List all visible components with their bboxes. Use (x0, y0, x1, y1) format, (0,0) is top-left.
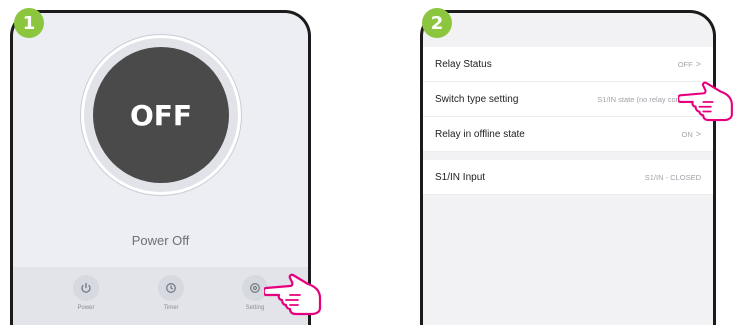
s1-in-input-row: S1/IN Input S1/IN - CLOSED (423, 160, 713, 195)
switch-type-setting-label: Switch type setting (435, 93, 519, 105)
timer-button[interactable]: Timer (151, 275, 191, 311)
power-toggle-button[interactable]: OFF (93, 47, 229, 183)
power-status-text: Power Off (131, 233, 190, 248)
power-button-label: Power (77, 305, 95, 311)
phone-screen-settings: Relay Status OFF > Switch type setting S… (420, 10, 716, 325)
relay-offline-state-value: ON (681, 129, 693, 139)
power-button[interactable]: Power (66, 275, 106, 311)
step-2-badge: 2 (422, 8, 452, 38)
power-ring: OFF (81, 35, 241, 195)
relay-offline-state-row[interactable]: Relay in offline state ON > (423, 117, 713, 152)
power-icon (73, 275, 99, 301)
switch-type-setting-row[interactable]: Switch type setting S1/IN state (no rela… (423, 82, 713, 117)
pointing-hand-icon (264, 273, 322, 316)
step-1-badge: 1 (14, 8, 44, 38)
pointing-hand-icon (678, 81, 733, 122)
relay-status-value: OFF (677, 59, 693, 69)
timer-icon (158, 275, 184, 301)
relay-offline-state-label: Relay in offline state (435, 128, 525, 140)
timer-button-label: Timer (163, 305, 179, 311)
relay-status-row[interactable]: Relay Status OFF > (423, 47, 713, 82)
chevron-right-icon: > (695, 129, 701, 139)
chevron-right-icon: > (695, 59, 701, 69)
settings-list: Relay Status OFF > Switch type setting S… (423, 47, 713, 195)
s1-in-input-value: S1/IN - CLOSED (644, 172, 701, 182)
s1-in-input-label: S1/IN Input (435, 171, 486, 183)
relay-status-label: Relay Status (435, 58, 492, 70)
section-divider (423, 152, 713, 160)
